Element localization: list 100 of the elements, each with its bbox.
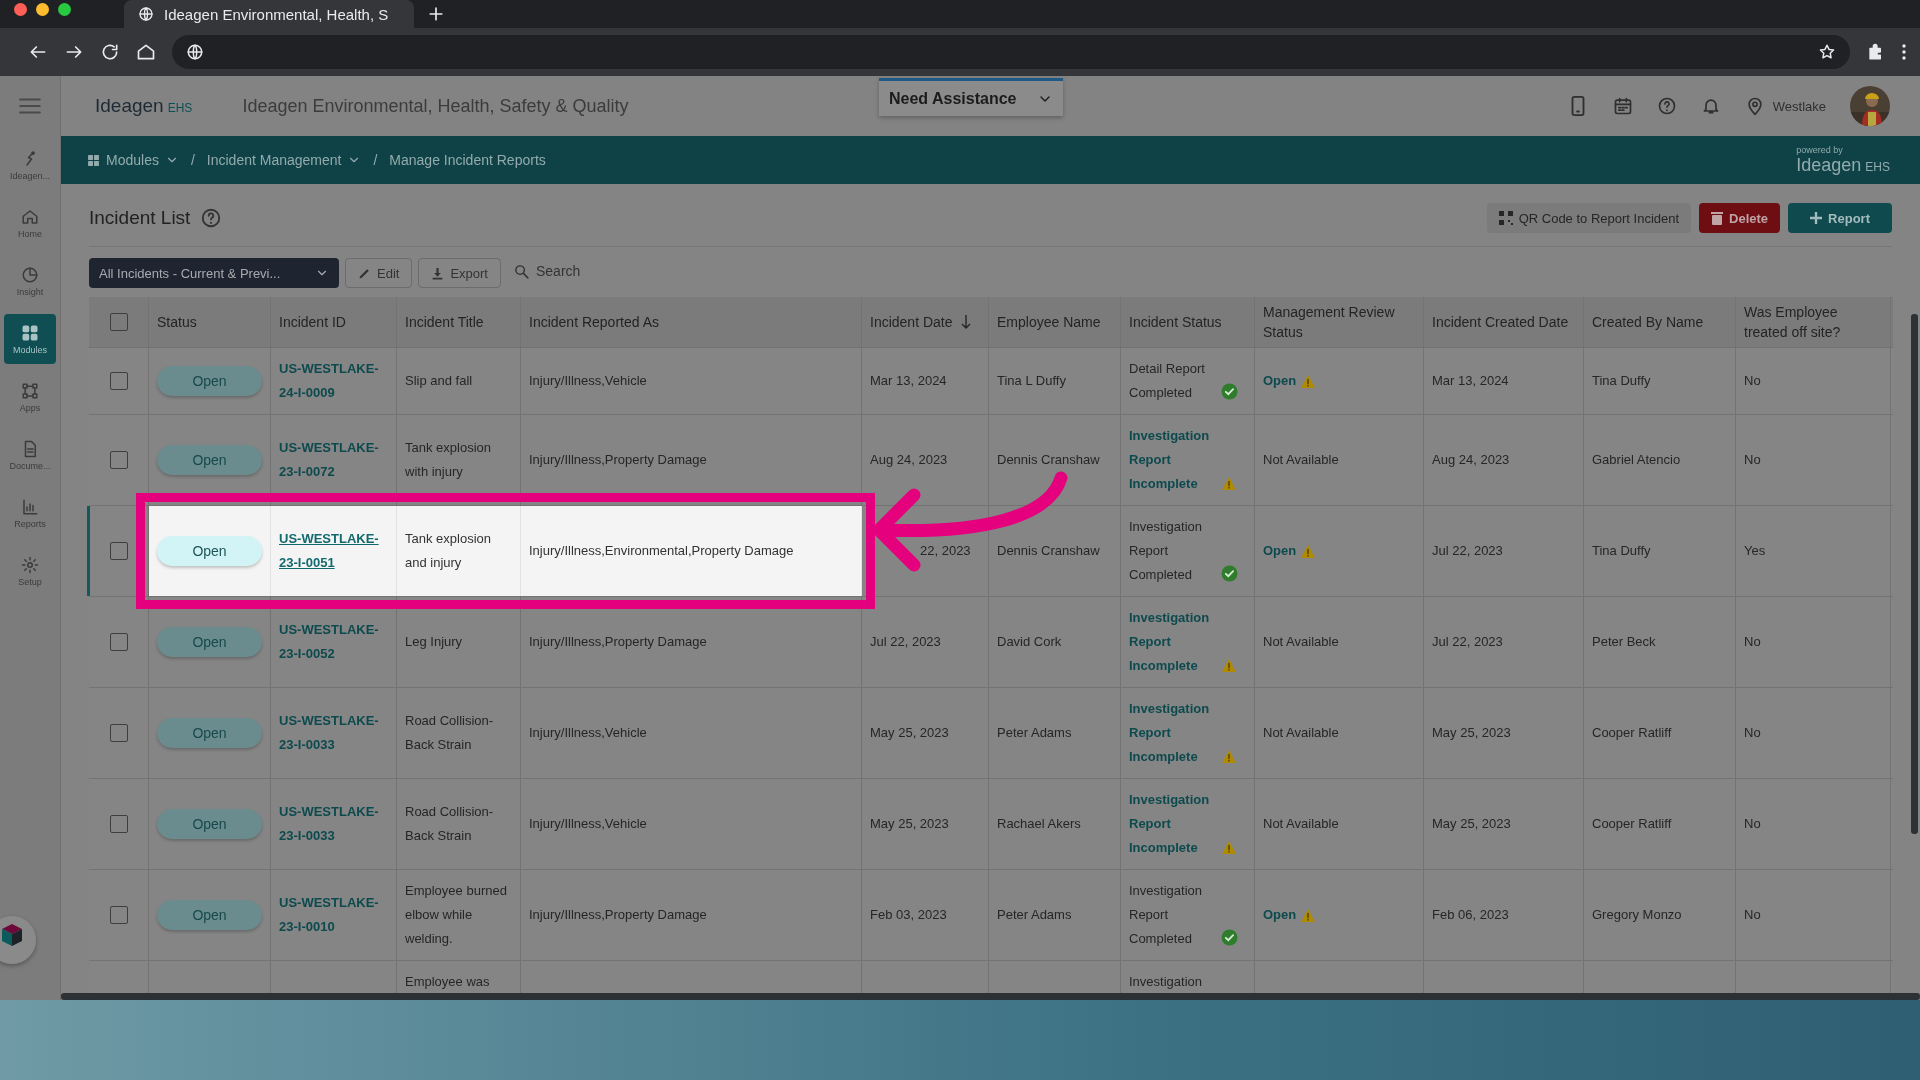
check-circle-icon: [1221, 383, 1238, 400]
sidebar-item[interactable]: Modules: [4, 314, 56, 364]
qr-button[interactable]: QR Code to Report Incident: [1486, 203, 1692, 233]
select-all-checkbox[interactable]: [109, 313, 128, 331]
incident-id-link[interactable]: US-WESTLAKE-23-I-0051: [279, 527, 388, 575]
maximize-window-icon[interactable]: [58, 3, 71, 16]
incident-id-link[interactable]: US-WESTLAKE-23-I-0010: [279, 891, 388, 939]
export-button[interactable]: Export: [418, 258, 501, 288]
status-pill[interactable]: Open: [157, 445, 262, 475]
column-header[interactable]: Incident Title: [405, 312, 484, 332]
apps-icon: [21, 381, 39, 400]
row-checkbox[interactable]: [109, 451, 128, 469]
review-status-text: Not Available: [1263, 724, 1339, 742]
vertical-scrollbar[interactable]: [1911, 314, 1918, 834]
table-cell-text: Aug 24, 2023: [1432, 451, 1510, 469]
breadcrumb-link[interactable]: Incident Management: [206, 152, 342, 168]
review-status-text: Not Available: [1263, 633, 1339, 651]
row-checkbox[interactable]: [109, 372, 128, 390]
table-cell-text: Injury/Illness,Property Damage: [529, 906, 707, 924]
column-header[interactable]: Management Review Status: [1263, 302, 1415, 342]
edit-button[interactable]: Edit: [345, 258, 413, 288]
status-pill[interactable]: Open: [157, 718, 262, 748]
breadcrumb-link[interactable]: Manage Incident Reports: [389, 152, 546, 168]
table-cell-text: Peter Adams: [997, 906, 1072, 924]
column-header[interactable]: Incident Date: [870, 312, 953, 332]
row-checkbox[interactable]: [109, 724, 128, 742]
check-circle-icon: [1221, 929, 1238, 946]
table-cell-text: May 25, 2023: [1432, 724, 1511, 742]
status-text: Detail Report Completed: [1129, 360, 1206, 402]
star-icon: [1818, 43, 1836, 61]
table-cell-text: Peter Adams: [997, 724, 1072, 742]
delete-button[interactable]: Delete: [1699, 203, 1781, 233]
incident-id-link[interactable]: US-WESTLAKE-23-I-0072: [279, 436, 388, 484]
row-checkbox[interactable]: [109, 906, 128, 924]
column-header[interactable]: Status: [157, 312, 197, 332]
column-header[interactable]: Created By Name: [1592, 312, 1704, 332]
status-pill[interactable]: Open: [157, 900, 262, 930]
warning-icon: [1221, 476, 1237, 491]
table-cell-text: Injury/Illness,Vehicle: [529, 815, 647, 833]
view-filter-dropdown[interactable]: All Incidents - Current & Previ...: [89, 258, 339, 288]
pencil-icon: [358, 266, 371, 280]
incident-id-link[interactable]: US-WESTLAKE-23-I-0033: [279, 709, 388, 757]
sidebar-item[interactable]: Ideagen...: [4, 140, 56, 190]
incident-id-link[interactable]: US-WESTLAKE-23-I-0052: [279, 618, 388, 666]
home-icon: [21, 207, 39, 226]
page-title: Incident List: [89, 207, 191, 229]
table-cell-text: Dennis Cranshaw: [997, 451, 1100, 469]
incident-id-link[interactable]: US-WESTLAKE-23-I-0033: [279, 800, 388, 848]
table-cell-text: Gabriel Atencio: [1592, 451, 1681, 469]
status-text: Investigation Report Incomplete: [1129, 791, 1211, 857]
table-cell-text: Tank explosion with injury: [405, 439, 492, 481]
sidebar-item[interactable]: Reports: [4, 488, 56, 538]
sidebar-item[interactable]: Apps: [4, 372, 56, 422]
add-button[interactable]: Report: [1788, 203, 1892, 233]
column-header[interactable]: Incident Status: [1129, 312, 1222, 332]
column-header[interactable]: Incident Created Date: [1432, 312, 1569, 332]
row-checkbox[interactable]: [109, 542, 128, 560]
minimize-window-icon[interactable]: [36, 3, 49, 16]
status-pill[interactable]: Open: [157, 809, 262, 839]
status-pill[interactable]: Open: [157, 627, 262, 657]
table-cell-text: Employee burned elbow while welding.: [405, 882, 508, 948]
horizontal-scrollbar[interactable]: [61, 993, 1920, 1000]
sidebar-item[interactable]: Docume...: [4, 430, 56, 480]
footer-logo: Ideagen EHS: [1796, 154, 1890, 176]
breadcrumb-link[interactable]: Modules: [106, 152, 159, 168]
bar-chart-icon: [21, 497, 39, 516]
status-pill[interactable]: Open: [157, 366, 262, 396]
search-field[interactable]: Search: [536, 263, 581, 279]
globe-icon: [186, 43, 204, 61]
table-cell-text: Tina Duffy: [1592, 372, 1651, 390]
warning-icon: [1221, 840, 1237, 855]
table-cell-text: David Cork: [997, 633, 1062, 651]
close-window-icon[interactable]: [14, 3, 27, 16]
row-checkbox[interactable]: [109, 633, 128, 651]
status-pill[interactable]: Open: [157, 536, 262, 566]
table-cell-text: Aug 24, 2023: [870, 451, 948, 469]
location-label[interactable]: Westlake: [1772, 98, 1826, 114]
status-text: Investigation Report Incomplete: [1129, 609, 1211, 675]
column-header[interactable]: Employee Name: [997, 312, 1101, 332]
table-cell-text: No: [1744, 633, 1761, 651]
table-cell-text: Cooper Ratliff: [1592, 724, 1672, 742]
row-checkbox[interactable]: [109, 815, 128, 833]
more-icon[interactable]: [1902, 44, 1906, 60]
incident-id-link[interactable]: US-WESTLAKE-24-I-0009: [279, 357, 388, 405]
warning-icon: [1300, 907, 1317, 923]
help-icon: [200, 207, 223, 229]
table-cell-text: Employee was: [405, 973, 490, 991]
table-cell-text: Jul 22, 2023: [870, 633, 941, 651]
plus-icon: [1810, 212, 1823, 224]
table-cell-text: No: [1744, 815, 1761, 833]
assistance-dropdown[interactable]: Need Assistance: [879, 78, 1063, 116]
table-cell-text: Rachael Akers: [997, 815, 1081, 833]
column-header[interactable]: Incident Reported As: [529, 312, 659, 332]
calendar-icon: [1612, 96, 1633, 116]
sort-arrow-icon[interactable]: [960, 314, 971, 330]
table-cell-text: Injury/Illness,Environmental,Property Damage: [529, 542, 794, 560]
browser-tab[interactable]: Ideagen Environmental, Health, S: [124, 0, 414, 28]
column-header[interactable]: Was Employee treated off site?: [1744, 302, 1882, 342]
sidebar-item[interactable]: Setup: [4, 546, 56, 596]
column-header[interactable]: Incident ID: [279, 312, 346, 332]
